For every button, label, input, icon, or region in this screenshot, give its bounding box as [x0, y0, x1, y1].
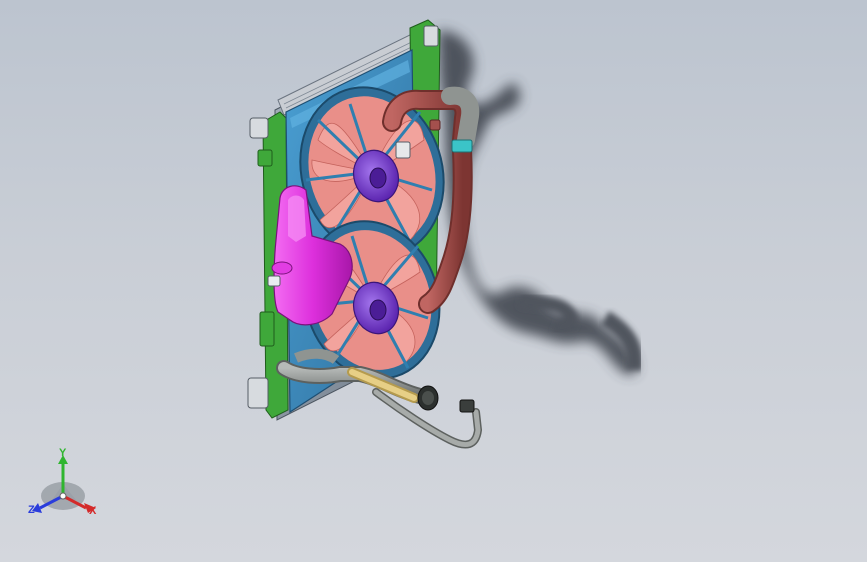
model-view[interactable]	[0, 0, 867, 562]
hose-clamp	[451, 139, 473, 153]
graphics-viewport[interactable]: Y Z X	[0, 0, 867, 562]
x-axis-label: X	[89, 505, 97, 517]
z-axis-label: Z	[28, 504, 35, 516]
coordinate-triad: Y Z X	[24, 448, 104, 528]
y-axis-label: Y	[59, 447, 67, 459]
